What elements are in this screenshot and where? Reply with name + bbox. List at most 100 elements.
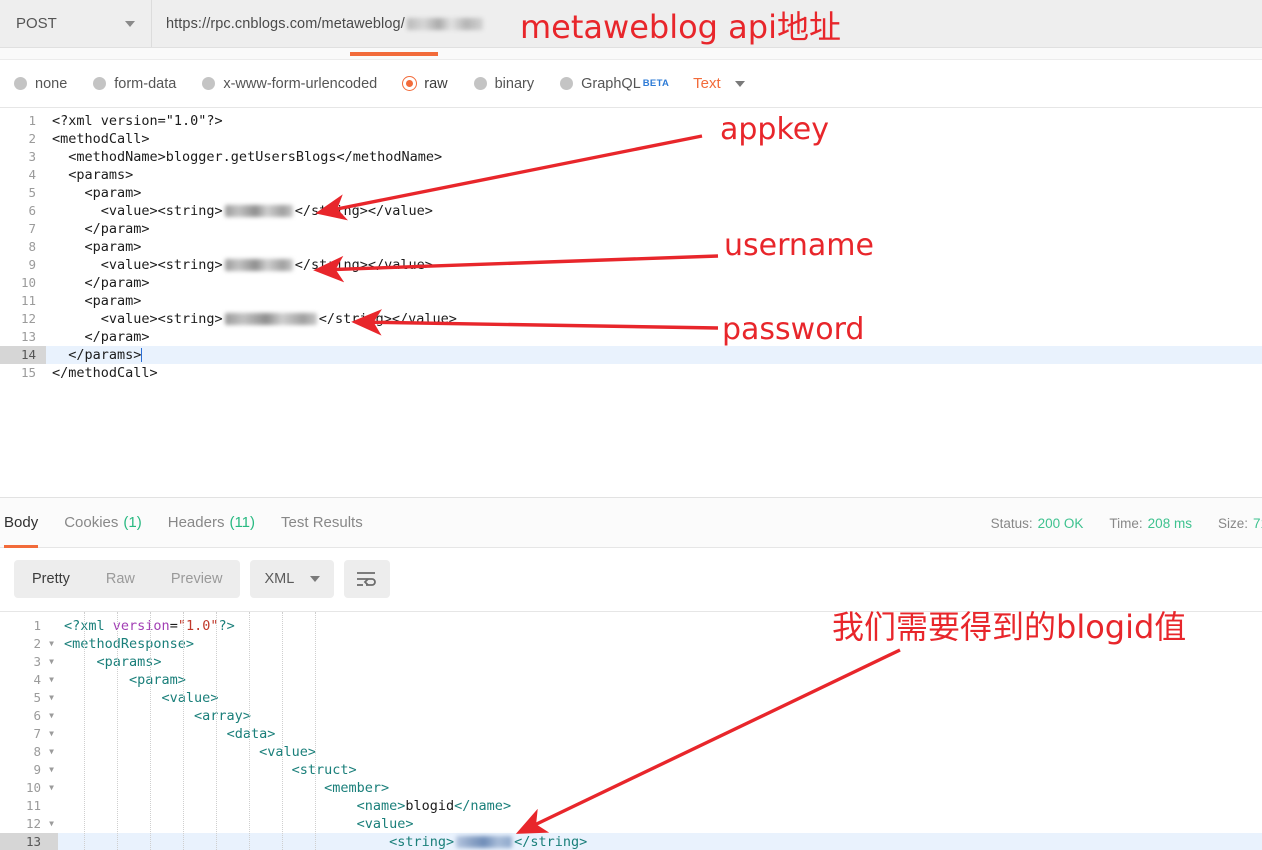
redacted-value [224,313,317,325]
chevron-down-icon [310,576,321,582]
request-code-line[interactable]: 14 </params> [0,346,1262,364]
radio-icon [560,77,574,90]
tab-body[interactable]: Body [4,498,39,548]
line-number: 8 ▼ [33,743,54,761]
line-number: 3 ▼ [33,653,54,671]
fold-toggle-icon[interactable]: ▼ [45,761,54,779]
code-text: <value><string> </string></value> [52,311,457,327]
body-type-form-data[interactable]: form-data [93,76,176,92]
body-type-urlencoded[interactable]: x-www-form-urlencoded [202,76,377,92]
fold-toggle-icon[interactable]: ▼ [45,707,54,725]
chevron-down-icon [734,80,745,87]
response-code-line[interactable]: 10 ▼ <member> [0,779,1262,797]
line-number: 10 [20,275,36,290]
line-number: 11 [20,293,36,308]
response-code-line[interactable]: 13 <string> </string> [0,833,1262,850]
indent-guide [315,612,316,850]
request-tab-strip [0,48,1262,60]
fold-toggle-icon[interactable]: ▼ [45,635,54,653]
code-text: </methodCall> [52,365,158,381]
radio-icon [202,77,216,90]
tab-cookies[interactable]: Cookies (1) [64,498,142,548]
body-type-raw[interactable]: raw [403,76,448,92]
line-number: 10 ▼ [25,779,54,797]
fold-toggle-icon[interactable]: ▼ [45,671,54,689]
indent-guide [150,612,151,850]
response-pane: Body Cookies (1) Headers (11) Test Resul… [0,497,1262,850]
annotation-appkey: appkey [720,112,829,147]
response-view-controls: Pretty Raw Preview XML [0,548,1262,610]
line-number: 6 [28,203,36,218]
text-cursor [141,348,143,362]
fold-toggle-icon[interactable]: ▼ [45,779,54,797]
fold-toggle-icon[interactable]: ▼ [45,689,54,707]
response-code-line[interactable]: 4 ▼ <param> [0,671,1262,689]
request-code-line[interactable]: 6 <value><string> </string></value> [0,202,1262,220]
line-number: 11 [25,798,41,813]
response-format-select[interactable]: XML [250,560,335,598]
body-type-binary[interactable]: binary [473,76,534,92]
line-number: 2 ▼ [33,635,54,653]
status-value: 200 OK [1037,515,1084,531]
fold-toggle-icon[interactable]: ▼ [45,653,54,671]
code-text: </param> [52,329,150,345]
response-code-line[interactable]: 8 ▼ <value> [0,743,1262,761]
line-number: 4 [28,167,36,182]
request-code-line[interactable]: 15 </methodCall> [0,364,1262,382]
request-code-line[interactable]: 10 </param> [0,274,1262,292]
body-type-label: GraphQL [581,75,641,92]
request-code-line[interactable]: 9 <value><string> </string></value> [0,256,1262,274]
body-type-none[interactable]: none [14,76,67,92]
request-code-line[interactable]: 11 <param> [0,292,1262,310]
code-text: <params> [96,654,162,670]
time-label: Time: [1109,515,1143,531]
wrap-lines-button[interactable] [344,560,391,598]
time-badge: Time: 208 ms [1109,516,1192,531]
request-code-line[interactable]: 13 </param> [0,328,1262,346]
response-code-line[interactable]: 11 <name>blogid</name> [0,797,1262,815]
response-code-line[interactable]: 3 ▼ <params> [0,653,1262,671]
fold-toggle-icon[interactable]: ▼ [45,725,54,743]
view-mode-raw[interactable]: Raw [88,560,153,598]
request-code-line[interactable]: 7 </param> [0,220,1262,238]
request-code-line[interactable]: 5 <param> [0,184,1262,202]
response-meta: Status:200 OK Time:208 ms Size:71 [965,498,1262,548]
body-type-graphql[interactable]: GraphQL BETA [560,76,669,92]
line-number: 7 ▼ [33,725,54,743]
line-number: 9 [28,257,36,272]
request-code-line[interactable]: 4 <params> [0,166,1262,184]
line-number: 15 [20,365,36,380]
http-method-select[interactable]: POST [0,0,152,47]
response-code-line[interactable]: 9 ▼ <struct> [0,761,1262,779]
body-type-label: form-data [114,75,177,92]
code-text: <value> [259,744,316,760]
request-code-line[interactable]: 3 <methodName>blogger.getUsersBlogs</met… [0,148,1262,166]
tab-headers[interactable]: Headers (11) [168,498,255,548]
fold-toggle-icon[interactable]: ▼ [45,815,54,833]
request-code-line[interactable]: 12 <value><string> </string></value> [0,310,1262,328]
response-tabs: Body Cookies (1) Headers (11) Test Resul… [0,498,1262,548]
code-text: <member> [324,780,390,796]
fold-toggle-icon[interactable]: ▼ [45,743,54,761]
line-number: 9 ▼ [33,761,54,779]
response-code-line[interactable]: 7 ▼ <data> [0,725,1262,743]
request-code-line[interactable]: 8 <param> [0,238,1262,256]
request-code-line[interactable]: 2 <methodCall> [0,130,1262,148]
body-language-select[interactable]: Text [693,75,745,92]
response-code-line[interactable]: 12 ▼ <value> [0,815,1262,833]
view-mode-preview[interactable]: Preview [153,560,241,598]
code-text: <array> [194,708,251,724]
line-number: 12 ▼ [25,815,54,833]
code-text: <param> [52,185,142,201]
response-format-label: XML [264,571,295,587]
tab-label: Test Results [281,514,363,531]
code-text: <value><string> </string></value> [52,203,433,219]
code-text: <param> [52,239,142,255]
request-body-editor[interactable]: 1 <?xml version="1.0"?> 2 <methodCall> 3 <me… [0,108,1262,483]
response-code-line[interactable]: 5 ▼ <value> [0,689,1262,707]
response-code-line[interactable]: 6 ▼ <array> [0,707,1262,725]
request-code-line[interactable]: 1 <?xml version="1.0"?> [0,112,1262,130]
view-mode-pretty[interactable]: Pretty [14,560,88,598]
code-text: <value> [356,816,414,832]
tab-test-results[interactable]: Test Results [281,498,363,548]
